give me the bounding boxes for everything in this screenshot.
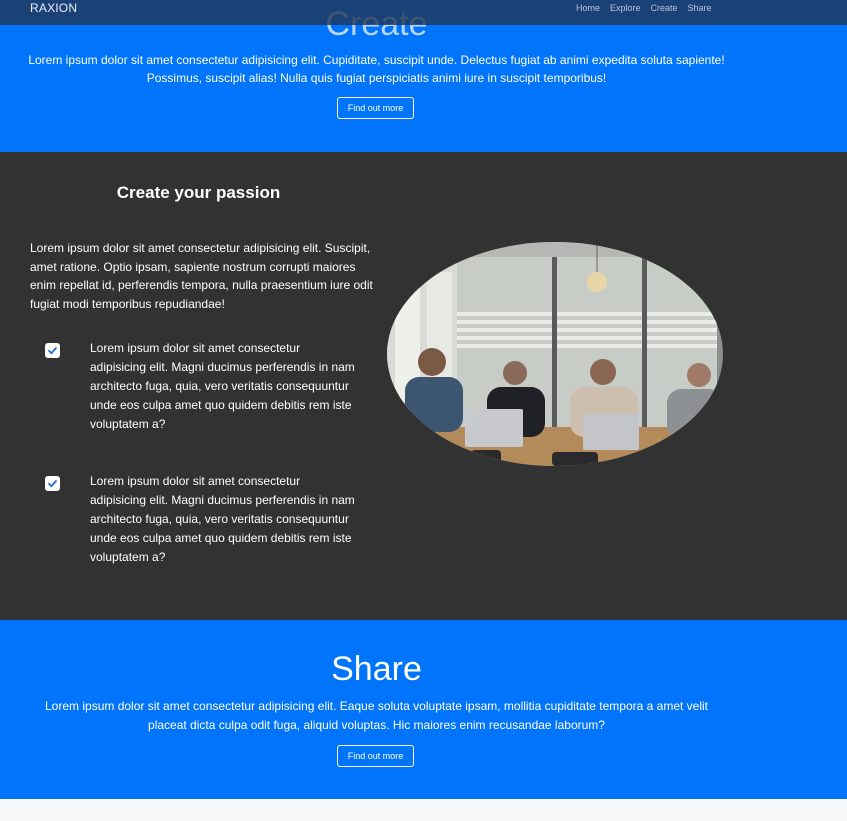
- check-square-icon: [45, 343, 60, 358]
- navbar: RAXION Home Explore Create Share: [0, 0, 847, 25]
- create-find-out-more-button[interactable]: Find out more: [337, 97, 414, 119]
- nav-links: Home Explore Create Share: [576, 2, 722, 14]
- nav-link-explore[interactable]: Explore: [610, 2, 641, 14]
- feature-text-1: Lorem ipsum dolor sit amet consectetur a…: [90, 341, 355, 431]
- team-photo: [387, 242, 723, 466]
- share-title: Share: [331, 650, 422, 688]
- brand-logo[interactable]: RAXION: [30, 1, 77, 15]
- passion-title: Create your passion: [116, 183, 281, 202]
- share-text-line2: placeat dicta culpa odit fuga, aliquid v…: [148, 718, 605, 732]
- feature-text-2: Lorem ipsum dolor sit amet consectetur a…: [90, 474, 355, 564]
- share-section: Share Lorem ipsum dolor sit amet consect…: [0, 620, 847, 799]
- create-text-line2: Possimus, suscipit alias! Nulla quis fug…: [146, 71, 607, 85]
- passion-intro-text: Lorem ipsum dolor sit amet consectetur a…: [30, 241, 373, 311]
- share-text-line1: Lorem ipsum dolor sit amet consectetur a…: [45, 699, 708, 713]
- check-square-icon: [45, 476, 60, 491]
- passion-section: Create your passion Lorem ipsum dolor si…: [0, 152, 847, 620]
- nav-link-share[interactable]: Share: [688, 2, 712, 14]
- nav-link-home[interactable]: Home: [576, 2, 600, 14]
- share-find-out-more-button[interactable]: Find out more: [337, 745, 414, 767]
- nav-link-create[interactable]: Create: [651, 2, 678, 14]
- create-text-line1: Lorem ipsum dolor sit amet consectetur a…: [28, 53, 725, 67]
